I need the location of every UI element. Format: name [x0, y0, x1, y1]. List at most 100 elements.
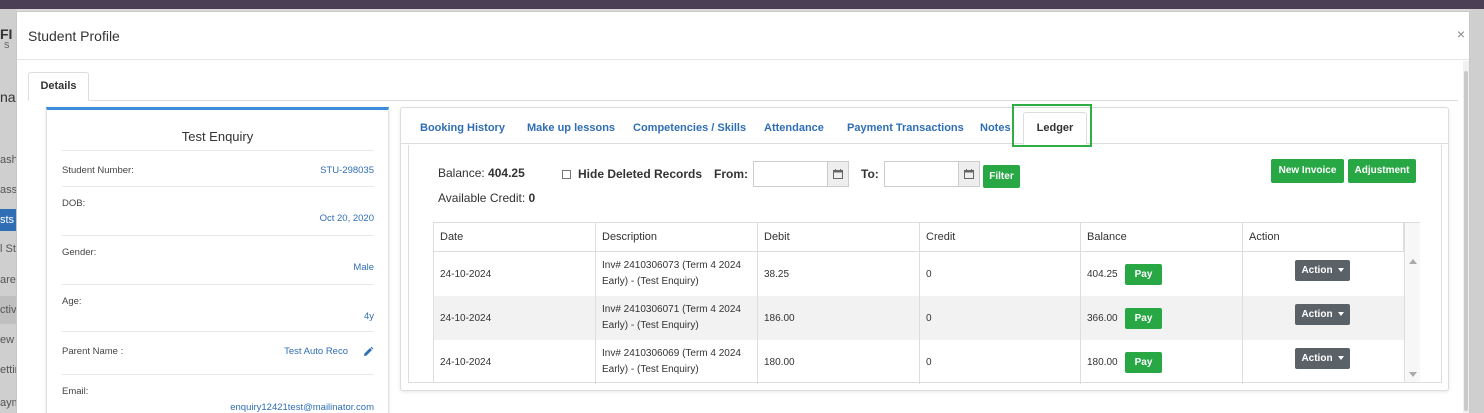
table-scrollbar[interactable]	[1404, 223, 1420, 382]
action-dropdown-button[interactable]: Action	[1295, 348, 1350, 369]
column-credit: Credit	[920, 223, 1081, 252]
available-credit-value: 0	[528, 191, 536, 205]
student-profile-modal: Student Profile × Details Test Enquiry S…	[16, 11, 1470, 413]
cell-debit: 186.00	[758, 296, 920, 340]
modal-title: Student Profile	[28, 28, 120, 44]
pencil-icon[interactable]	[362, 346, 374, 358]
balance-value: 366.00	[1087, 312, 1118, 324]
cell-description: Inv# 2410306073 (Term 4 2024 Early) - (Te…	[596, 252, 758, 296]
balance-label: Balance:	[438, 166, 485, 180]
pay-button[interactable]: Pay	[1125, 308, 1162, 329]
background-nav-active: ctive	[0, 296, 16, 324]
from-label: From:	[714, 167, 748, 181]
action-dropdown-button[interactable]: Action	[1295, 260, 1350, 281]
column-date: Date	[434, 223, 596, 252]
background-logo-sub: S	[4, 41, 10, 50]
field-label: Student Number:	[62, 165, 134, 176]
cell-date: 24-10-2024	[434, 252, 596, 296]
action-label: Action	[1301, 265, 1333, 276]
pay-button[interactable]: Pay	[1125, 264, 1162, 285]
scroll-up-icon[interactable]	[1409, 259, 1417, 264]
field-gender: Gender: Male	[62, 235, 374, 284]
table-row: 24-10-2024 Inv# 2410306071 (Term 4 2024 E…	[434, 296, 1404, 340]
filter-button[interactable]: Filter	[983, 165, 1020, 188]
balance-value: 404.25	[1087, 268, 1118, 280]
background-heading-fragment: na	[0, 89, 16, 105]
column-balance: Balance	[1081, 223, 1243, 252]
column-description: Description	[596, 223, 758, 252]
calendar-icon[interactable]	[958, 162, 979, 186]
email-value: enquiry12421test@mailinator.com	[230, 402, 374, 413]
background-logo-text: FI	[0, 26, 13, 42]
action-dropdown-button[interactable]: Action	[1295, 304, 1350, 325]
cell-action: Action	[1243, 296, 1404, 340]
background-nav-payments: aym	[0, 397, 16, 409]
field-parent-name: Parent Name : Test Auto Reco	[62, 331, 374, 374]
to-label: To:	[861, 167, 879, 181]
tab-notes[interactable]: Notes	[980, 122, 1011, 134]
tab-details[interactable]: Details	[28, 72, 89, 101]
cell-debit: 38.25	[758, 252, 920, 296]
tab-attendance[interactable]: Attendance	[764, 122, 824, 134]
background-nav-item: l St	[0, 243, 16, 255]
tab-payment-transactions[interactable]: Payment Transactions	[847, 122, 964, 134]
field-label: Parent Name :	[62, 346, 124, 357]
caret-down-icon	[1337, 312, 1344, 317]
dob-value: Oct 20, 2020	[319, 213, 374, 224]
student-name: Test Enquiry	[181, 129, 254, 144]
new-invoice-button[interactable]: New Invoice	[1271, 159, 1344, 183]
gender-value: Male	[353, 262, 374, 273]
description-line-2: Early) - (Test Enquiry)	[602, 276, 699, 287]
from-date-input[interactable]	[753, 161, 849, 187]
cell-action: Action	[1243, 252, 1404, 296]
modal-scrollbar-thumb[interactable]	[1464, 71, 1468, 411]
calendar-icon[interactable]	[827, 162, 848, 186]
tab-make-up-lessons[interactable]: Make up lessons	[527, 122, 615, 134]
cell-action: Action	[1243, 340, 1404, 384]
background-nav-view: ew	[0, 334, 15, 346]
tab-booking-history[interactable]: Booking History	[420, 122, 505, 134]
student-number-value: STU-298035	[320, 165, 374, 176]
scroll-down-icon[interactable]	[1409, 372, 1417, 377]
to-date-input[interactable]	[884, 161, 980, 187]
balance-line: Balance: 404.25	[438, 166, 525, 180]
background-nav-dashboard: ash	[0, 154, 16, 166]
background-nav-settings: ettin	[0, 364, 16, 376]
hide-deleted-checkbox[interactable]	[562, 170, 571, 179]
caret-down-icon	[1337, 268, 1344, 273]
cell-balance: 366.00 Pay	[1081, 296, 1243, 340]
field-label: Age:	[62, 296, 82, 307]
cell-description: Inv# 2410306069 (Term 4 2024 Early) - (Te…	[596, 340, 758, 384]
parent-name-link[interactable]: Test Auto Reco	[284, 346, 348, 357]
cell-credit: 0	[920, 296, 1081, 340]
caret-down-icon	[1337, 356, 1344, 361]
field-email: Email: enquiry12421test@mailinator.com	[62, 374, 374, 413]
cell-credit: 0	[920, 252, 1081, 296]
field-label: Gender:	[62, 247, 97, 258]
cell-date: 24-10-2024	[434, 296, 596, 340]
app-top-bar	[0, 0, 1484, 9]
available-credit-line: Available Credit: 0	[438, 191, 535, 205]
background-sidebar: FI S na ash ass sts l St are ctive ew et…	[0, 9, 16, 413]
background-nav-classes: ass	[0, 184, 16, 196]
column-debit: Debit	[758, 223, 920, 252]
ledger-tab-highlight	[1012, 104, 1092, 147]
balance-value: 180.00	[1087, 356, 1118, 368]
cell-debit: 180.00	[758, 340, 920, 384]
field-student-number: Student Number: STU-298035	[62, 150, 374, 186]
hide-deleted-label: Hide Deleted Records	[578, 167, 703, 181]
background-right-edge	[1470, 9, 1484, 413]
modal-header: Student Profile ×	[17, 12, 1469, 60]
description-line-2: Early) - (Test Enquiry)	[602, 320, 699, 331]
adjustment-button[interactable]: Adjustment	[1348, 159, 1416, 183]
available-credit-label: Available Credit:	[438, 191, 526, 205]
pay-button[interactable]: Pay	[1125, 352, 1162, 373]
cell-credit: 0	[920, 340, 1081, 384]
ledger-body: Balance: 404.25 Available Credit: 0 Hide…	[408, 145, 1442, 384]
action-label: Action	[1301, 309, 1333, 320]
modal-scrollbar[interactable]	[1463, 61, 1469, 413]
age-value: 4y	[363, 311, 374, 322]
tab-competencies-skills[interactable]: Competencies / Skills	[633, 122, 746, 134]
table-row: 24-10-2024 Inv# 2410306073 (Term 4 2024 E…	[434, 252, 1404, 296]
close-icon[interactable]: ×	[1457, 26, 1465, 42]
